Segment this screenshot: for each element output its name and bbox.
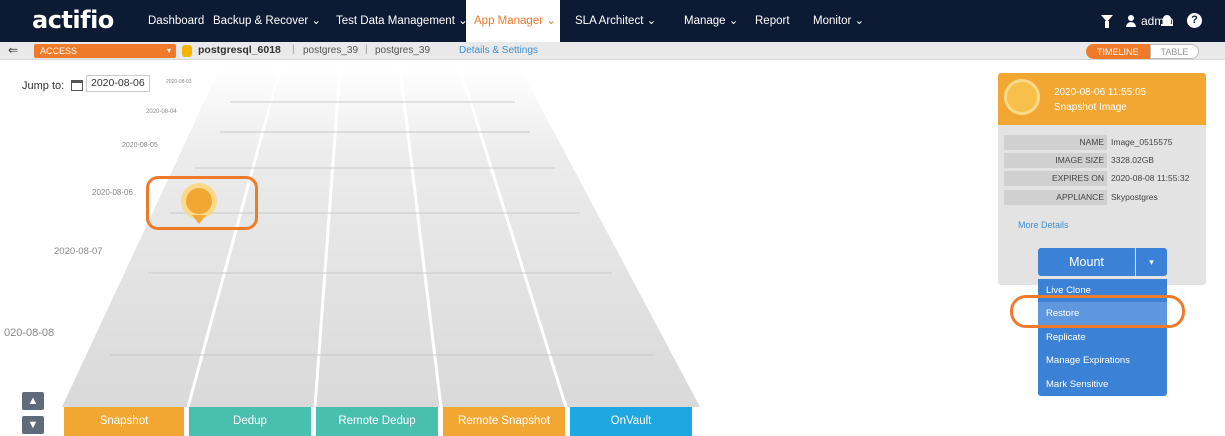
chevron-down-icon[interactable]: ▾ xyxy=(1136,248,1167,276)
restore-highlight xyxy=(1010,295,1185,328)
image-datetime: 2020-08-06 11:55:05 xyxy=(1054,87,1147,98)
host-name: postgres_39 xyxy=(303,45,359,56)
timeline-canvas xyxy=(62,67,700,408)
chevron-down-icon: ▾ xyxy=(166,46,171,55)
scroll-up-button[interactable]: ▲ xyxy=(22,392,44,410)
field-value: 3328.02GB xyxy=(1111,155,1155,165)
lane-dedup[interactable]: Dedup xyxy=(189,407,311,436)
date-label: 2020-08-07 xyxy=(54,246,103,257)
filter-icon[interactable] xyxy=(1101,15,1113,28)
top-navbar: actifio Dashboard Backup & Recover ⌄ Tes… xyxy=(0,0,1225,42)
menu-item-replicate[interactable]: Replicate xyxy=(1038,326,1167,349)
nav-dashboard[interactable]: Dashboard xyxy=(140,0,212,42)
lane-remote-dedup[interactable]: Remote Dedup xyxy=(316,407,438,436)
lane-snapshot[interactable]: Snapshot xyxy=(64,407,184,436)
timeline-plane xyxy=(62,68,700,407)
bell-icon[interactable] xyxy=(1161,15,1173,28)
access-dropdown[interactable]: ACCESS ▾ xyxy=(34,44,176,58)
separator: | xyxy=(365,44,368,55)
field-key: NAME xyxy=(1004,135,1107,150)
date-label: 020-08-08 xyxy=(4,327,55,339)
mount-button[interactable]: Mount xyxy=(1038,248,1135,276)
menu-item-mark-sensitive[interactable]: Mark Sensitive xyxy=(1038,373,1167,396)
nav-backup-recover[interactable]: Backup & Recover ⌄ xyxy=(205,0,329,42)
marker-highlight xyxy=(146,176,258,230)
field-value: Skypostgres xyxy=(1111,192,1158,202)
user-icon xyxy=(1125,15,1137,27)
nav-report[interactable]: Report xyxy=(747,0,798,42)
field-key: IMAGE SIZE xyxy=(1004,153,1107,168)
calendar-icon[interactable] xyxy=(71,80,83,91)
jump-to-label: Jump to: xyxy=(22,80,65,92)
nav-app-manager[interactable]: App Manager ⌄ xyxy=(466,0,560,42)
field-key: APPLIANCE xyxy=(1004,190,1107,205)
image-type: Snapshot Image xyxy=(1054,102,1127,113)
help-icon[interactable]: ? xyxy=(1187,13,1202,28)
jump-date-input[interactable]: 2020-08-06 xyxy=(86,75,150,92)
nav-sla-architect[interactable]: SLA Architect ⌄ xyxy=(567,0,664,42)
actifio-logo[interactable]: actifio xyxy=(32,6,114,34)
timeline-toggle[interactable]: TIMELINE xyxy=(1086,44,1150,59)
instance-name: postgres_39 xyxy=(375,45,431,56)
back-arrow-icon[interactable]: ⇐ xyxy=(8,43,18,57)
view-toggle: TIMELINE TABLE xyxy=(1086,44,1200,59)
scroll-down-button[interactable]: ▼ xyxy=(22,416,44,434)
lane-remote-snapshot[interactable]: Remote Snapshot xyxy=(443,407,565,436)
app-subbar: ⇐ ACCESS ▾ postgresql_6018 | postgres_39… xyxy=(0,42,1225,60)
table-toggle[interactable]: TABLE xyxy=(1149,44,1200,59)
access-dropdown-label: ACCESS xyxy=(40,46,78,56)
field-value: 2020-08-08 11:55:32 xyxy=(1111,173,1190,183)
snapshot-pin-icon xyxy=(1004,79,1040,115)
date-label: 2020-08-04 xyxy=(146,109,177,115)
field-value: Image_0515575 xyxy=(1111,137,1173,147)
date-label: 2020-08-05 xyxy=(122,142,158,149)
app-name: postgresql_6018 xyxy=(198,44,281,56)
date-label: 2020-08-06 xyxy=(92,188,133,197)
nav-test-data-management[interactable]: Test Data Management ⌄ xyxy=(328,0,476,42)
lane-onvault[interactable]: OnVault xyxy=(570,407,692,436)
nav-manage[interactable]: Manage ⌄ xyxy=(676,0,746,42)
database-icon xyxy=(182,45,192,57)
details-settings-link[interactable]: Details & Settings xyxy=(459,45,538,56)
field-key: EXPIRES ON xyxy=(1004,171,1107,186)
nav-monitor[interactable]: Monitor ⌄ xyxy=(805,0,872,42)
image-info-header: 2020-08-06 11:55:05 Snapshot Image xyxy=(998,73,1206,125)
separator: | xyxy=(292,44,295,55)
date-label: 2020-08-03 xyxy=(166,79,192,85)
menu-item-manage-expirations[interactable]: Manage Expirations xyxy=(1038,349,1167,372)
more-details-link[interactable]: More Details xyxy=(1018,220,1069,230)
